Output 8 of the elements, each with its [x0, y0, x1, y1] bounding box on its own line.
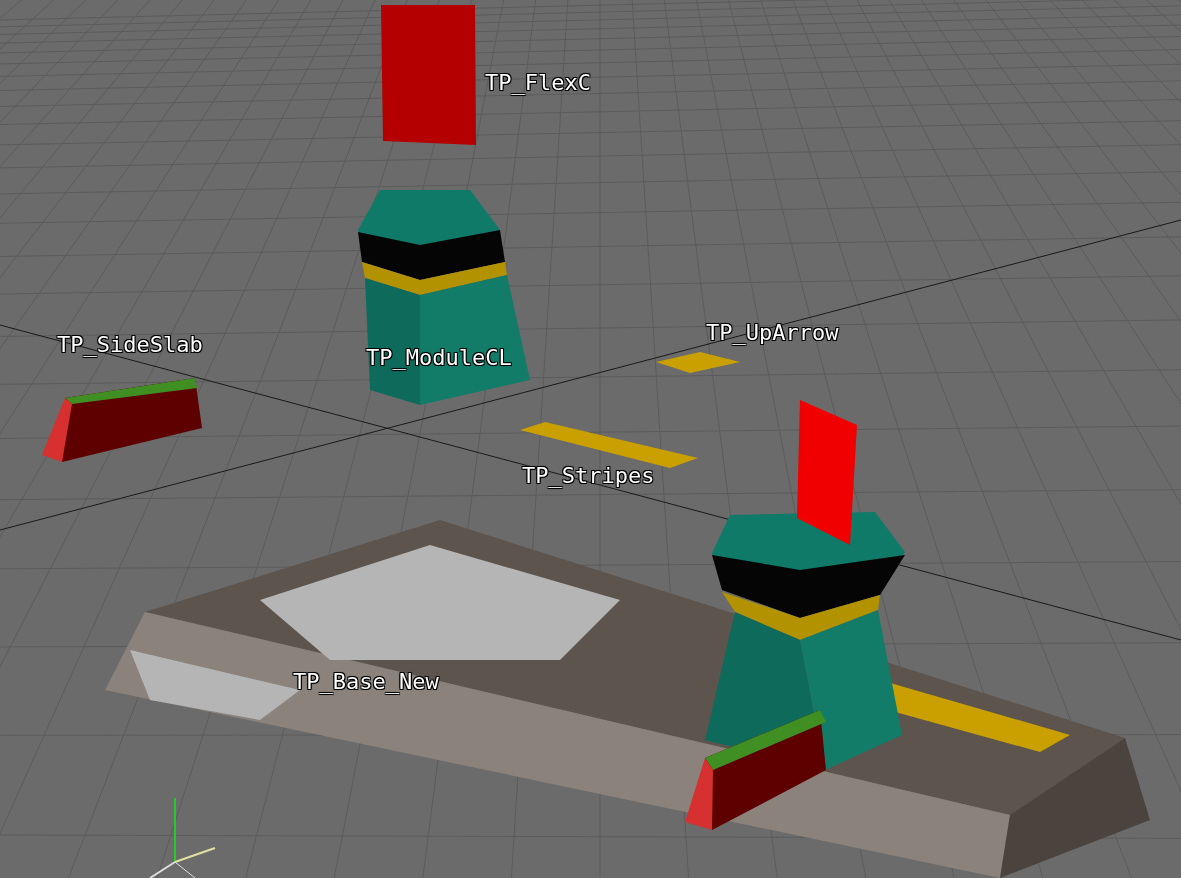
object-label: TP_ModuleCL [366, 347, 512, 369]
object-label: TP_FlexC [485, 72, 591, 94]
object-label: TP_SideSlab [57, 334, 203, 356]
object-label: TP_UpArrow [706, 322, 839, 344]
3d-viewport[interactable]: TP_FlexC TP_SideSlab TP_ModuleCL TP_UpArrow TP_Stripes TP_Base_New [0, 0, 1181, 878]
object-label: TP_Stripes [522, 465, 655, 487]
object-label: TP_Base_New [293, 671, 439, 693]
axis-gizmo-icon [149, 797, 216, 878]
